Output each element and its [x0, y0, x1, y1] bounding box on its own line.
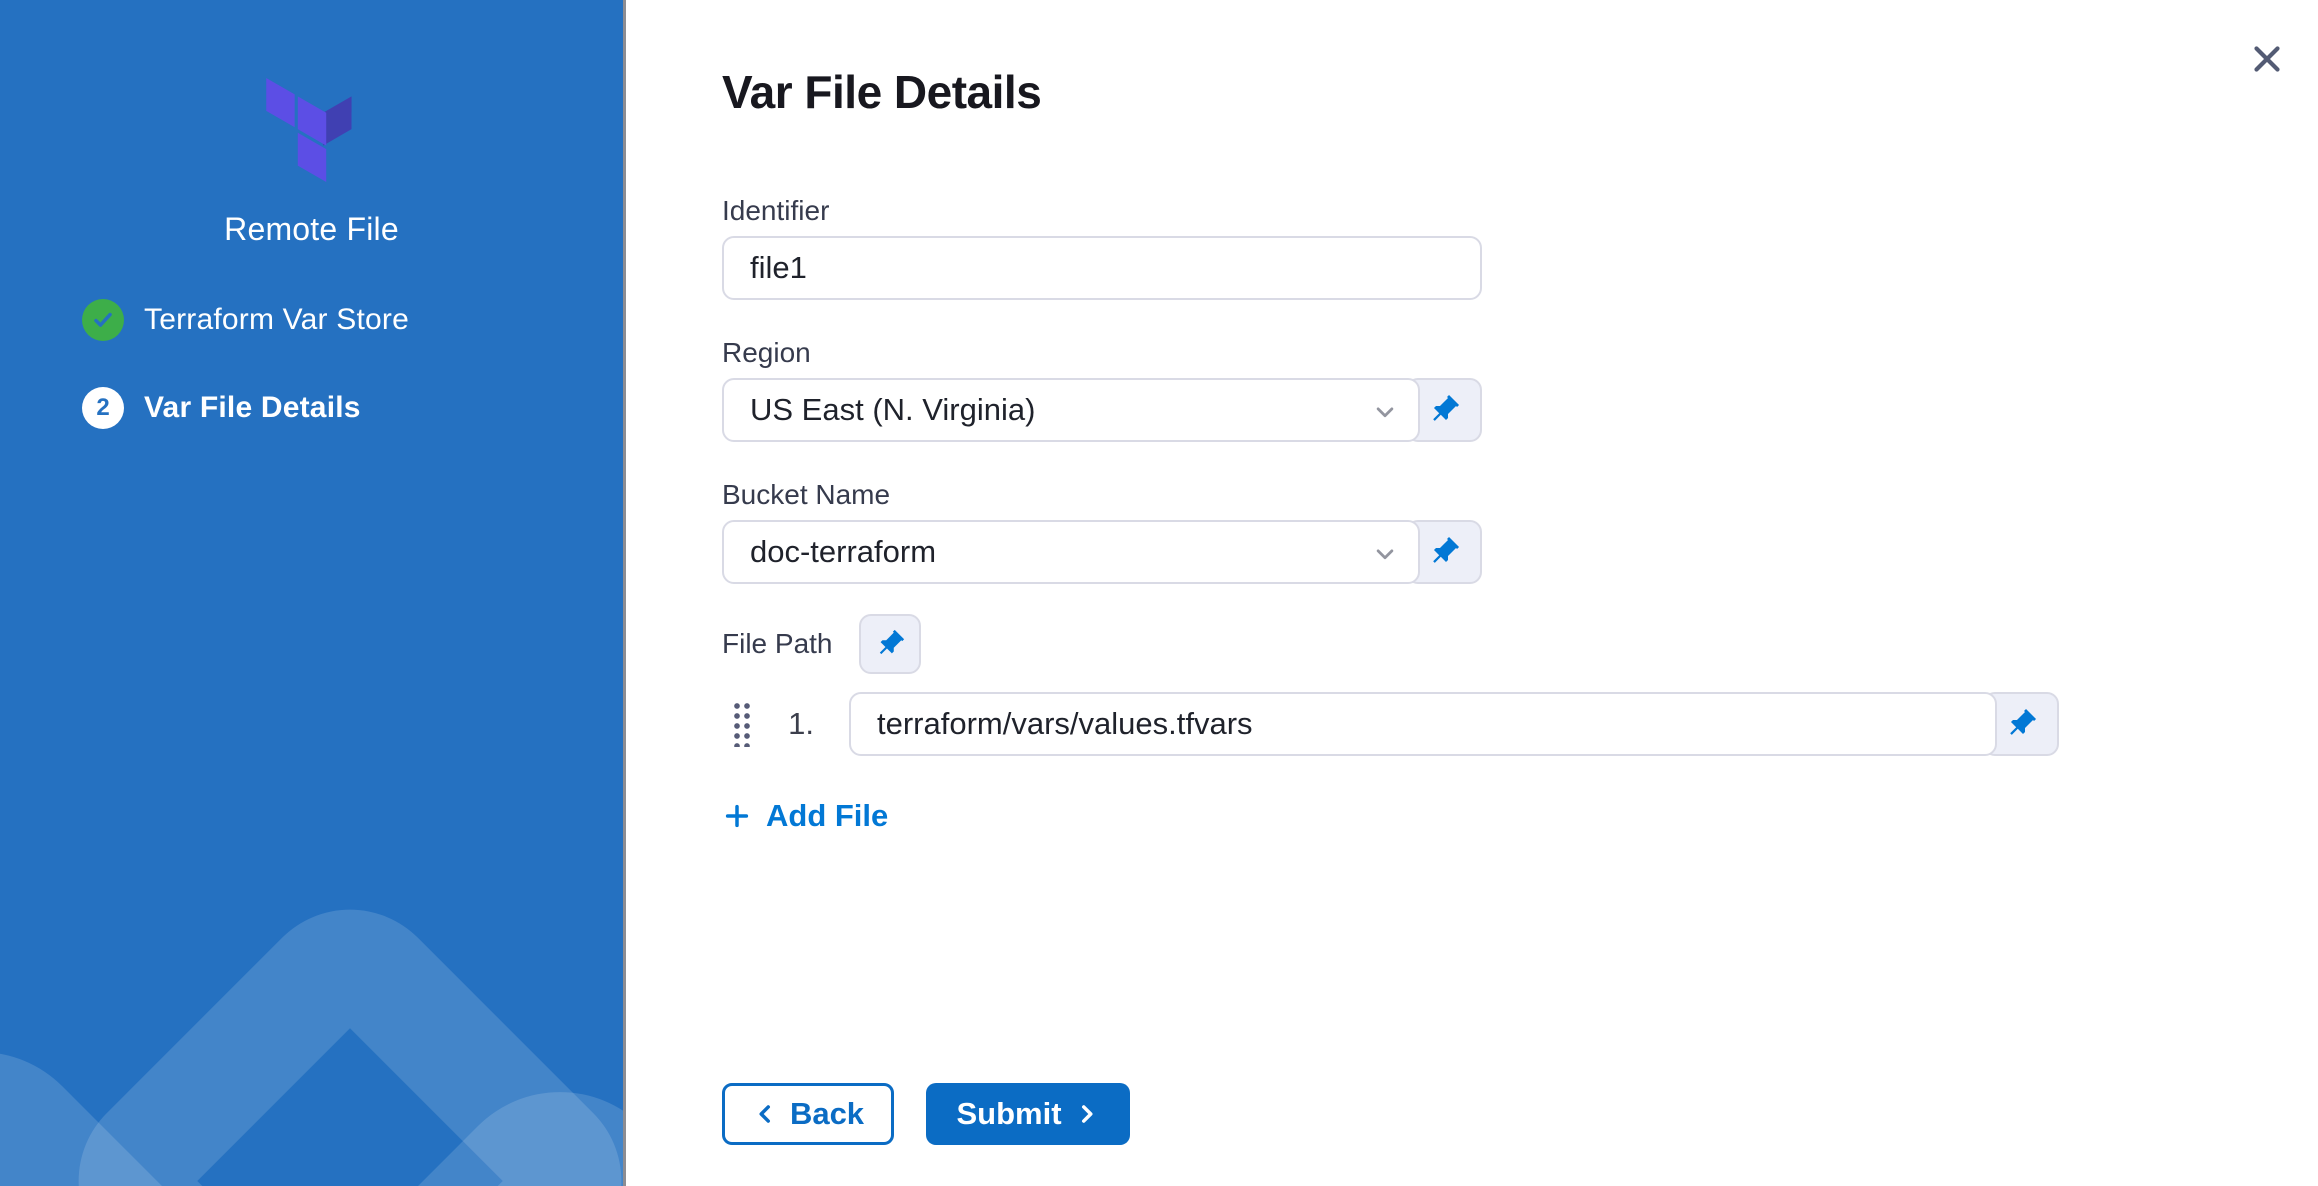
pin-icon: [1427, 535, 1461, 569]
file-path-row: 1.: [722, 692, 2318, 756]
wizard-steps: Terraform Var Store 2 Var File Details: [0, 298, 623, 430]
file-path-label: File Path: [722, 627, 833, 661]
add-file-button[interactable]: Add File: [722, 798, 888, 834]
remote-file-wizard-modal: Remote File Terraform Var Store 2 Var Fi…: [0, 0, 2318, 1186]
var-file-details-panel: Var File Details Identifier Region US Ea…: [626, 0, 2318, 1186]
wizard-brand: Remote File: [0, 78, 623, 248]
wizard-actions: Back Submit: [722, 1083, 1130, 1145]
close-icon[interactable]: [2242, 34, 2292, 84]
wizard-title: Remote File: [0, 211, 623, 248]
step-label: Terraform Var Store: [144, 303, 409, 337]
page-title: Var File Details: [722, 64, 2318, 120]
back-button[interactable]: Back: [722, 1083, 894, 1145]
chevron-down-icon: [1370, 397, 1400, 427]
step-complete-icon: [82, 299, 124, 341]
region-select[interactable]: US East (N. Virginia): [722, 378, 1420, 442]
chevron-right-icon: [1074, 1101, 1100, 1127]
step-label: Var File Details: [144, 391, 361, 425]
bucket-name-select[interactable]: doc-terraform: [722, 520, 1420, 584]
chevron-left-icon: [752, 1101, 778, 1127]
file-path-pin-button[interactable]: [859, 614, 921, 674]
step-terraform-var-store[interactable]: Terraform Var Store: [82, 298, 623, 342]
region-label: Region: [722, 336, 2318, 370]
identifier-label: Identifier: [722, 194, 2318, 228]
region-selected-value: US East (N. Virginia): [750, 392, 1035, 428]
plus-icon: [722, 801, 752, 831]
bucket-name-label: Bucket Name: [722, 478, 2318, 512]
drag-handle-icon[interactable]: [732, 701, 752, 747]
step-number-badge: 2: [82, 387, 124, 429]
submit-button[interactable]: Submit: [926, 1083, 1130, 1145]
terraform-logo-icon: [264, 78, 360, 182]
pin-icon: [874, 628, 906, 660]
chevron-down-icon: [1370, 539, 1400, 569]
file-path-input[interactable]: [849, 692, 1997, 756]
pin-icon: [1427, 393, 1461, 427]
add-file-label: Add File: [766, 798, 888, 834]
back-label: Back: [790, 1096, 864, 1132]
file-path-row-index: 1.: [780, 706, 814, 742]
submit-label: Submit: [956, 1096, 1061, 1132]
bucket-selected-value: doc-terraform: [750, 534, 936, 570]
pin-icon: [2004, 707, 2038, 741]
step-var-file-details[interactable]: 2 Var File Details: [82, 386, 623, 430]
identifier-input[interactable]: [722, 236, 1482, 300]
wizard-sidebar: Remote File Terraform Var Store 2 Var Fi…: [0, 0, 626, 1186]
